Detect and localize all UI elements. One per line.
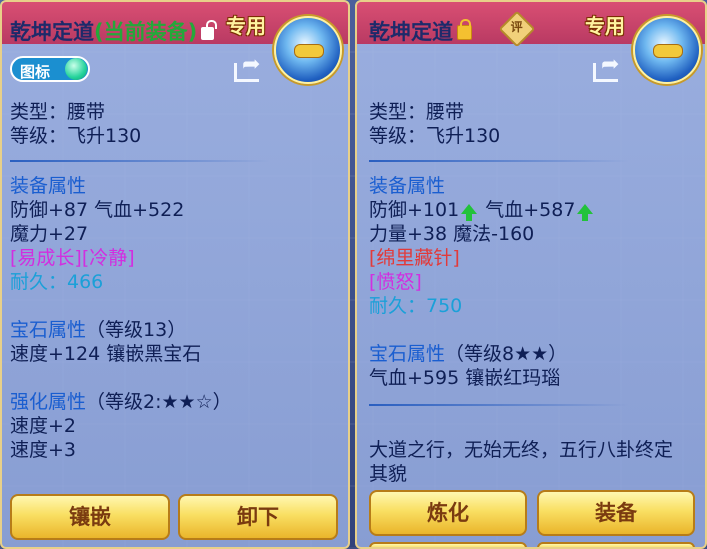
- increase-arrow-icon: [577, 204, 594, 221]
- locked-icon[interactable]: [457, 19, 472, 40]
- equip-attr-line: 魔力+27: [10, 223, 89, 245]
- divider: [10, 160, 270, 162]
- icon-toggle[interactable]: 图标: [10, 56, 90, 82]
- share-icon[interactable]: [593, 52, 623, 82]
- belt-item-icon: [274, 16, 342, 84]
- enhance-attr-title: 强化属性（等级2:★★☆）: [10, 390, 232, 414]
- increase-arrow-icon: [461, 204, 478, 221]
- exclusive-badge: 专用: [226, 14, 266, 38]
- gem-attr-line: 气血+595 镶嵌红玛瑙: [369, 367, 561, 389]
- durability: 耐久：466: [10, 271, 104, 293]
- equipped-tag: (当前装备): [94, 20, 198, 44]
- equipped-item-panel: 乾坤定道(当前装备) 专用 图标 类型：腰带 等级：飞升130 装备属性 防御+…: [0, 0, 350, 549]
- equip-button[interactable]: 装备: [537, 490, 695, 536]
- toggle-knob: [65, 58, 87, 80]
- enhance-attr-line: 速度+2: [10, 415, 77, 437]
- enhance-attr-header: 强化属性: [10, 391, 87, 413]
- special-effect: [愤怒]: [369, 271, 422, 293]
- divider: [369, 404, 629, 406]
- defense-value: 防御+101: [369, 199, 460, 221]
- icon-toggle-label: 图标: [20, 63, 51, 81]
- exclusive-badge: 专用: [585, 14, 625, 38]
- gem-attr-line: 速度+124 镶嵌黑宝石: [10, 343, 202, 365]
- gem-attr-header: 宝石属性: [10, 319, 87, 341]
- equip-attr-line: 防御+87 气血+522: [10, 199, 185, 221]
- enhance-level: （等级2:★★☆）: [86, 391, 232, 413]
- equip-attr-line: 防御+101 气血+587: [369, 198, 595, 222]
- gem-level: （等级13）: [86, 319, 187, 341]
- item-title: 乾坤定道(当前装备): [10, 16, 218, 46]
- item-description: 其貌: [369, 463, 408, 485]
- item-level: 等级：飞升130: [369, 125, 501, 147]
- item-name: 乾坤定道: [10, 20, 94, 44]
- equip-attr-line: 力量+38 魔法-160: [369, 223, 535, 245]
- item-description: 大道之行，无始无终，五行八卦终定: [369, 439, 674, 461]
- item-type: 类型：腰带: [369, 101, 465, 123]
- inlay-button[interactable]: 镶嵌: [10, 494, 170, 540]
- refine-button[interactable]: 炼化: [369, 490, 527, 536]
- item-level: 等级：飞升130: [10, 125, 142, 147]
- share-icon[interactable]: [234, 52, 264, 82]
- unequip-button[interactable]: 卸下: [178, 494, 338, 540]
- equip-attr-header: 装备属性: [369, 175, 446, 197]
- extra-button-partial[interactable]: [369, 542, 527, 547]
- special-skill: [绵里藏针]: [369, 247, 460, 269]
- belt-item-icon: [633, 16, 701, 84]
- gem-attr-title: 宝石属性（等级13）: [10, 318, 186, 342]
- extra-button-partial[interactable]: [537, 542, 695, 547]
- item-name: 乾坤定道: [369, 20, 453, 44]
- unlocked-icon[interactable]: [201, 20, 218, 40]
- item-title: 乾坤定道: [369, 16, 472, 46]
- compare-item-panel: 乾坤定道 评 专用 类型：腰带 等级：飞升130 装备属性 防御+101 气血+…: [355, 0, 707, 549]
- appraise-label: 评: [510, 20, 523, 35]
- divider: [369, 160, 629, 162]
- enhance-attr-line: 速度+3: [10, 439, 77, 461]
- gem-level: （等级8★★）: [445, 343, 568, 365]
- gem-attr-title: 宝石属性（等级8★★）: [369, 342, 567, 366]
- durability: 耐久：750: [369, 295, 463, 317]
- special-effects: [易成长][冷静]: [10, 247, 135, 269]
- item-type: 类型：腰带: [10, 101, 106, 123]
- gem-attr-header: 宝石属性: [369, 343, 446, 365]
- hp-value: 气血+587: [485, 199, 576, 221]
- equip-attr-header: 装备属性: [10, 175, 87, 197]
